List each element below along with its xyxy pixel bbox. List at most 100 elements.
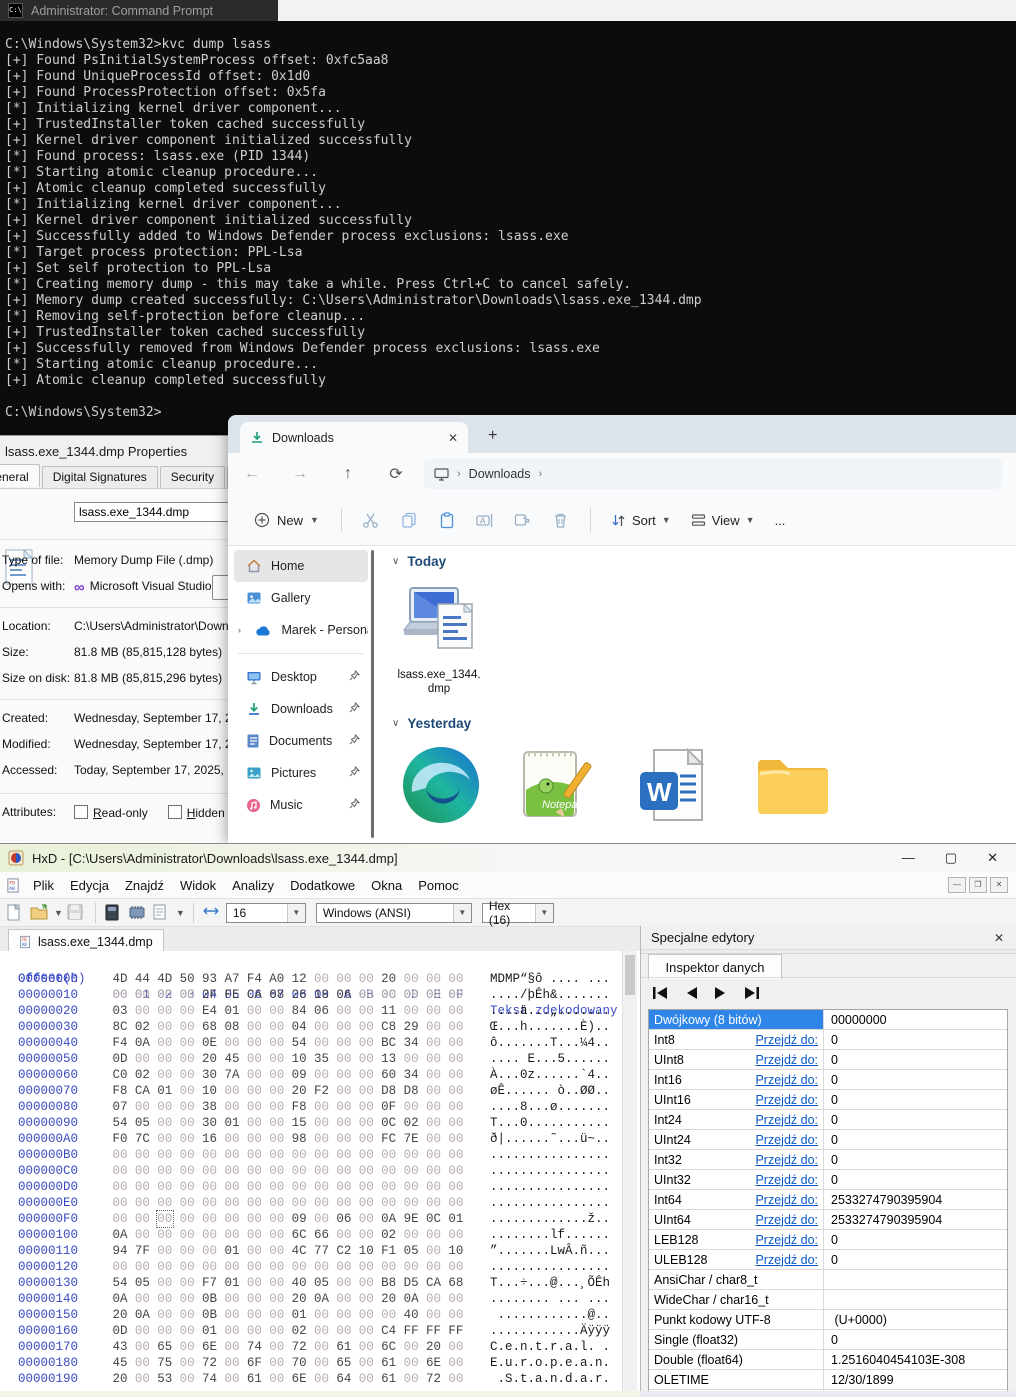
next-icon[interactable]: [714, 986, 727, 1000]
hex-byte[interactable]: 00: [314, 1323, 330, 1339]
decoded-text[interactable]: À...0z......`4..: [490, 1067, 610, 1083]
hex-byte[interactable]: 00: [134, 1355, 150, 1371]
menu-analizy[interactable]: Analizy: [224, 878, 282, 893]
inspector-value[interactable]: 2533274790395904: [823, 1190, 1007, 1209]
inspector-row-uint16[interactable]: UInt16Przejdź do:0: [649, 1090, 1007, 1110]
hex-byte[interactable]: 00: [425, 1019, 441, 1035]
hex-byte[interactable]: 00: [358, 1035, 374, 1051]
hex-byte[interactable]: 00: [179, 1067, 195, 1083]
hex-byte[interactable]: 72: [425, 1371, 441, 1387]
inspector-row-int24[interactable]: Int24Przejdź do:0: [649, 1110, 1007, 1130]
hex-byte[interactable]: 94: [112, 1243, 128, 1259]
hex-byte[interactable]: 77: [314, 1243, 330, 1259]
hex-byte[interactable]: 00: [314, 1115, 330, 1131]
menu-znajdź[interactable]: Znajdź: [117, 878, 172, 893]
hex-byte[interactable]: 00: [358, 971, 374, 987]
inspector-value[interactable]: 0: [823, 1090, 1007, 1109]
hex-byte[interactable]: 00: [358, 1371, 374, 1387]
decoded-text[interactable]: ....ä...„.......: [490, 1003, 610, 1019]
hex-byte[interactable]: 00: [179, 1179, 195, 1195]
decoded-text[interactable]: .... E...5......: [490, 1051, 610, 1067]
menu-plik[interactable]: Plik: [25, 878, 62, 893]
hex-byte[interactable]: 02: [134, 1067, 150, 1083]
hex-byte[interactable]: D8: [381, 1083, 397, 1099]
hex-byte[interactable]: 4D: [112, 971, 128, 987]
hex-byte[interactable]: 00: [448, 971, 464, 987]
inspector-row-single-float32-[interactable]: Single (float32)0: [649, 1330, 1007, 1350]
hex-byte[interactable]: 00: [448, 1115, 464, 1131]
new-tab-icon[interactable]: +: [488, 427, 497, 445]
hex-byte[interactable]: 00: [269, 1099, 285, 1115]
hex-byte[interactable]: 00: [246, 1083, 262, 1099]
hex-byte[interactable]: C8: [381, 1019, 397, 1035]
goto-link[interactable]: Przejdź do:: [755, 1093, 818, 1107]
hex-byte[interactable]: 01: [224, 1115, 240, 1131]
hex-byte[interactable]: 00: [381, 1259, 397, 1275]
decoded-text[interactable]: E.u.r.o.p.e.a.n.: [490, 1355, 610, 1371]
hex-byte[interactable]: 00: [358, 1259, 374, 1275]
hex-byte[interactable]: 00: [224, 1307, 240, 1323]
hex-byte[interactable]: 00: [403, 1051, 419, 1067]
hex-scrollbar-thumb[interactable]: [625, 955, 635, 995]
hex-byte[interactable]: 20: [202, 1051, 218, 1067]
inspector-row-punkt-kodowy-utf-8[interactable]: Punkt kodowy UTF-8 (U+0000): [649, 1310, 1007, 1330]
hex-byte[interactable]: 00: [179, 1035, 195, 1051]
hex-byte[interactable]: 00: [224, 1195, 240, 1211]
decoded-text[interactable]: MDMP“§ô .... ...: [490, 971, 610, 987]
hex-byte[interactable]: 0B: [202, 1291, 218, 1307]
hex-byte[interactable]: 00: [269, 1083, 285, 1099]
hex-byte[interactable]: 64: [336, 1371, 352, 1387]
up-icon[interactable]: ↑: [324, 465, 372, 483]
hex-byte[interactable]: F8: [291, 1099, 307, 1115]
hex-byte[interactable]: 40: [291, 1275, 307, 1291]
mdi-close-icon[interactable]: ✕: [990, 877, 1008, 893]
hex-byte[interactable]: 30: [202, 1115, 218, 1131]
hex-byte[interactable]: 00: [403, 1163, 419, 1179]
hex-byte[interactable]: 01: [157, 1083, 173, 1099]
hex-byte[interactable]: 6F: [246, 1355, 262, 1371]
hex-byte[interactable]: 00: [358, 1083, 374, 1099]
hex-byte[interactable]: 6E: [202, 1339, 218, 1355]
hex-byte[interactable]: 09: [291, 1067, 307, 1083]
hex-byte[interactable]: 00: [425, 1099, 441, 1115]
goto-link[interactable]: Przejdź do:: [755, 1193, 818, 1207]
hex-byte[interactable]: 00: [425, 1227, 441, 1243]
hex-byte[interactable]: 00: [269, 1003, 285, 1019]
decoded-text[interactable]: ................: [490, 1195, 610, 1211]
hex-byte[interactable]: 00: [246, 1179, 262, 1195]
hex-byte[interactable]: 61: [381, 1355, 397, 1371]
hex-byte[interactable]: 00: [246, 1115, 262, 1131]
inspector-value[interactable]: 12/30/1899: [823, 1370, 1007, 1389]
hex-byte[interactable]: 00: [246, 1099, 262, 1115]
sidebar-item-desktop[interactable]: Desktop: [234, 661, 368, 693]
hex-byte[interactable]: 00: [358, 1067, 374, 1083]
hex-byte[interactable]: 00: [336, 1291, 352, 1307]
copy-button[interactable]: [392, 503, 426, 537]
sidebar-item-gallery[interactable]: Gallery: [234, 582, 368, 614]
hex-byte[interactable]: 00: [403, 987, 419, 1003]
hex-byte[interactable]: 00: [358, 1211, 374, 1227]
encoding-select[interactable]: Windows (ANSI)▼: [316, 903, 472, 923]
inspector-row-int8[interactable]: Int8Przejdź do:0: [649, 1030, 1007, 1050]
goto-link[interactable]: Przejdź do:: [755, 1133, 818, 1147]
hex-byte[interactable]: 74: [202, 1371, 218, 1387]
hex-byte[interactable]: 00: [448, 1003, 464, 1019]
hex-byte[interactable]: 00: [381, 1179, 397, 1195]
hex-byte[interactable]: 00: [358, 1003, 374, 1019]
hex-byte[interactable]: 7A: [224, 1067, 240, 1083]
hex-byte[interactable]: 00: [269, 1211, 285, 1227]
hex-byte[interactable]: 29: [403, 1019, 419, 1035]
hex-byte[interactable]: 00: [224, 1131, 240, 1147]
paste-button[interactable]: [430, 503, 464, 537]
hex-byte[interactable]: 00: [336, 1179, 352, 1195]
hex-byte[interactable]: 00: [112, 1195, 128, 1211]
sidebar-item-marek-persona[interactable]: ›Marek - Persona: [234, 614, 368, 646]
hex-byte[interactable]: 00: [314, 1099, 330, 1115]
hex-byte[interactable]: 00: [358, 1179, 374, 1195]
hex-byte[interactable]: 00: [269, 1019, 285, 1035]
hex-byte[interactable]: 08: [224, 1019, 240, 1035]
sidebar-item-downloads[interactable]: Downloads: [234, 693, 368, 725]
hex-byte[interactable]: 00: [336, 1003, 352, 1019]
hex-byte[interactable]: 00: [246, 1291, 262, 1307]
explorer-tab-downloads[interactable]: Downloads ✕: [240, 422, 468, 453]
